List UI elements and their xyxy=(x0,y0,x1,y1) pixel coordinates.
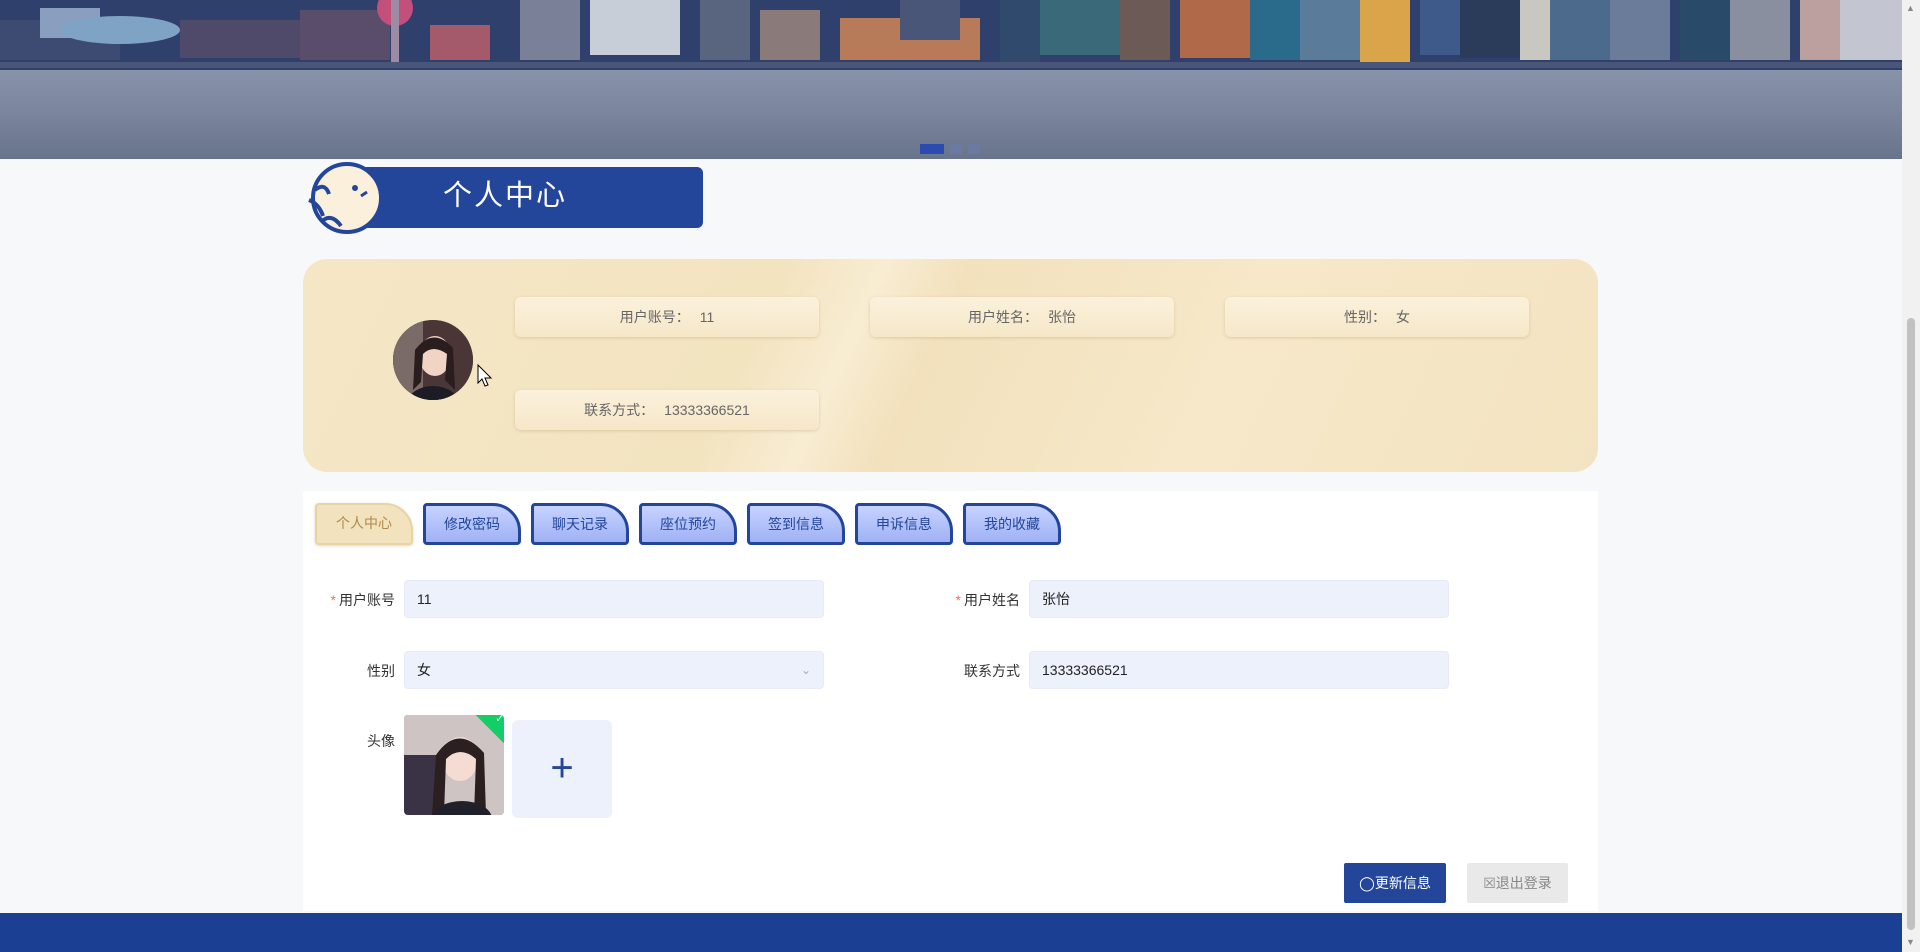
tab-checkin-info[interactable]: 签到信息 xyxy=(747,503,845,545)
tab-chat-history[interactable]: 聊天记录 xyxy=(531,503,629,545)
info-phone: 联系方式： 13333366521 xyxy=(515,390,819,430)
gender-label: 性别 xyxy=(367,663,395,679)
carousel-indicators xyxy=(920,144,980,154)
scroll-up-icon[interactable]: ▲ xyxy=(1906,3,1915,13)
scrollbar-thumb[interactable] xyxy=(1907,318,1915,930)
info-name: 用户姓名： 张怡 xyxy=(870,297,1174,337)
avatar xyxy=(393,320,473,400)
tab-seat-reservation[interactable]: 座位预约 xyxy=(639,503,737,545)
profile-summary-card: 用户账号： 11 用户姓名： 张怡 性别：女 联系方式： 13333366521 xyxy=(303,259,1598,472)
name-field[interactable]: 张怡 xyxy=(1029,580,1449,618)
gender-select-value: 女 xyxy=(417,662,431,678)
section-header: 个人中心 xyxy=(303,160,703,240)
tab-change-password[interactable]: 修改密码 xyxy=(423,503,521,545)
chevron-down-icon: ⌄ xyxy=(800,663,811,677)
footer-bar xyxy=(0,913,1902,952)
name-label: * 用户姓名 xyxy=(955,592,1020,608)
carousel-dot[interactable] xyxy=(920,144,944,154)
avatar-upload-add-button[interactable]: + xyxy=(512,720,612,818)
tab-bar: 个人中心 修改密码 聊天记录 座位预约 签到信息 申诉信息 我的收藏 xyxy=(315,503,1061,545)
info-account: 用户账号： 11 xyxy=(515,297,819,337)
mouse-cursor-icon xyxy=(477,364,493,387)
avatar-upload-thumbnail[interactable]: ✓ xyxy=(404,715,504,815)
carousel-dot[interactable] xyxy=(968,144,980,154)
scroll-down-icon[interactable]: ▼ xyxy=(1906,937,1915,947)
avatar-label: 头像 xyxy=(367,733,395,749)
check-icon: ✓ xyxy=(495,715,504,726)
page-title: 个人中心 xyxy=(443,180,568,212)
logout-button[interactable]: ☒退出登录 xyxy=(1467,863,1568,903)
tab-appeal-info[interactable]: 申诉信息 xyxy=(855,503,953,545)
phone-field[interactable]: 13333366521 xyxy=(1029,651,1449,689)
gender-select[interactable]: 女 ⌄ xyxy=(404,651,824,689)
account-field[interactable]: 11 xyxy=(404,580,824,618)
tab-personal-center[interactable]: 个人中心 xyxy=(315,503,413,545)
carousel-dot[interactable] xyxy=(950,144,962,154)
close-square-icon: ☒ xyxy=(1483,875,1496,891)
info-gender: 性别：女 xyxy=(1225,297,1529,337)
mascot-icon xyxy=(308,162,383,234)
account-label: * 用户账号 xyxy=(330,592,395,608)
check-circle-icon: ◯ xyxy=(1359,875,1375,891)
phone-label: 联系方式 xyxy=(964,663,1020,679)
city-skyline-image xyxy=(0,0,1902,159)
hero-banner xyxy=(0,0,1902,159)
update-info-button[interactable]: ◯更新信息 xyxy=(1344,863,1446,903)
profile-edit-panel: 个人中心 修改密码 聊天记录 座位预约 签到信息 申诉信息 我的收藏 * 用户账号… xyxy=(303,491,1598,911)
tab-my-favorites[interactable]: 我的收藏 xyxy=(963,503,1061,545)
